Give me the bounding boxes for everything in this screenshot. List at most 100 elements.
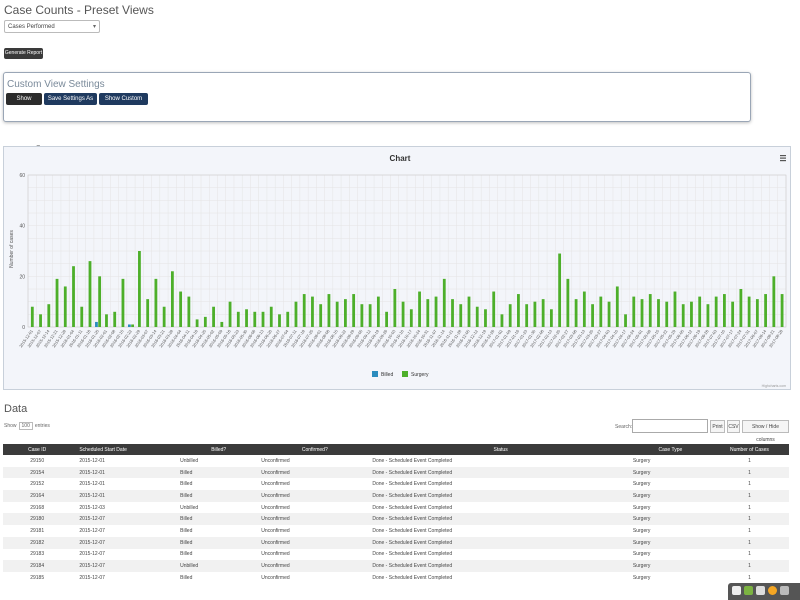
bar-surgery[interactable] — [228, 301, 232, 327]
col-case-type[interactable]: Case Type — [630, 444, 710, 455]
bar-surgery[interactable] — [368, 304, 372, 327]
bar-surgery[interactable] — [261, 311, 265, 327]
bar-surgery[interactable] — [451, 299, 454, 327]
bar-surgery[interactable] — [88, 261, 92, 327]
bar-surgery[interactable] — [393, 289, 397, 327]
col-status[interactable]: Status — [370, 444, 631, 455]
bar-surgery[interactable] — [195, 319, 199, 327]
search-input[interactable] — [632, 419, 708, 433]
bar-surgery[interactable] — [632, 296, 636, 327]
show-hide-columns-button[interactable]: Show / Hide columns — [742, 420, 789, 443]
bar-surgery[interactable] — [541, 299, 545, 327]
bar-surgery[interactable] — [558, 253, 562, 327]
save-settings-as-view-button[interactable]: Save Settings As View — [44, 93, 97, 114]
bar-surgery[interactable] — [409, 309, 413, 327]
bar-surgery[interactable] — [335, 301, 339, 327]
bar-surgery[interactable] — [657, 299, 660, 327]
bar-surgery[interactable] — [80, 306, 84, 327]
bar-surgery[interactable] — [755, 299, 759, 327]
chart-menu-icon[interactable] — [780, 155, 786, 162]
bar-surgery[interactable] — [113, 311, 117, 327]
calendar-icon[interactable] — [756, 586, 765, 595]
bar-surgery[interactable] — [475, 306, 479, 327]
table-row[interactable]: 29154 2015-12-01 Billed Unconfirmed Done - S… — [3, 466, 789, 479]
bar-surgery[interactable] — [582, 291, 586, 327]
bar-surgery[interactable] — [385, 311, 389, 327]
bar-surgery[interactable] — [574, 299, 578, 327]
legend-label-surgery[interactable]: Surgery — [411, 372, 429, 378]
bar-surgery[interactable] — [121, 278, 125, 327]
bar-surgery[interactable] — [376, 296, 380, 327]
bar-surgery[interactable] — [500, 314, 504, 327]
bar-surgery[interactable] — [327, 294, 331, 327]
table-row[interactable]: 29185 2015-12-07 Billed Unconfirmed Done - S… — [3, 572, 789, 584]
bar-billed[interactable] — [127, 324, 131, 327]
bar-surgery[interactable] — [426, 299, 430, 327]
bar-surgery[interactable] — [39, 314, 42, 327]
bar-surgery[interactable] — [467, 296, 471, 327]
alert-icon[interactable] — [768, 586, 777, 595]
show-custom-views-button[interactable]: Show Custom Views — [99, 93, 148, 114]
bar-surgery[interactable] — [131, 324, 134, 327]
col-billed[interactable]: Billed? — [178, 444, 260, 455]
bar-surgery[interactable] — [764, 294, 768, 327]
bar-surgery[interactable] — [517, 294, 520, 327]
show-settings-button[interactable]: Show Settings — [6, 93, 42, 114]
bar-surgery[interactable] — [418, 291, 421, 327]
bar-surgery[interactable] — [98, 276, 102, 327]
bar-surgery[interactable] — [484, 309, 487, 327]
table-row[interactable]: 29183 2015-12-07 Billed Unconfirmed Done - S… — [3, 549, 789, 561]
table-row[interactable]: 29152 2015-12-01 Billed Unconfirmed Done - S… — [3, 478, 789, 490]
table-row[interactable]: 29180 2015-12-07 Billed Unconfirmed Done - S… — [3, 513, 789, 526]
bar-surgery[interactable] — [72, 266, 75, 327]
bar-surgery[interactable] — [319, 304, 323, 327]
bar-surgery[interactable] — [212, 306, 215, 327]
bar-surgery[interactable] — [690, 301, 693, 327]
bar-surgery[interactable] — [236, 311, 240, 327]
bar-surgery[interactable] — [302, 294, 306, 327]
table-row[interactable]: 29181 2015-12-07 Billed Unconfirmed Done - S… — [3, 525, 789, 537]
col-case-id[interactable]: Case ID — [3, 444, 72, 455]
legend-swatch-surgery[interactable] — [402, 371, 408, 377]
table-row[interactable]: 29184 2015-12-07 Unbilled Unconfirmed Done -… — [3, 560, 789, 572]
bar-surgery[interactable] — [286, 311, 290, 327]
bar-billed[interactable] — [95, 321, 98, 327]
legend-swatch-billed[interactable] — [372, 371, 378, 377]
notification-icon[interactable] — [744, 586, 753, 595]
print-button[interactable]: Print — [710, 420, 725, 433]
bar-surgery[interactable] — [747, 296, 751, 327]
bar-surgery[interactable] — [640, 299, 644, 327]
bar-surgery[interactable] — [154, 278, 158, 327]
bar-surgery[interactable] — [138, 251, 141, 327]
col-scheduled-start-date[interactable]: Scheduled Start Date — [71, 444, 179, 455]
bar-surgery[interactable] — [681, 304, 685, 327]
bar-surgery[interactable] — [492, 291, 496, 327]
col-number-of-cases[interactable]: Number of Cases — [709, 444, 789, 455]
bar-surgery[interactable] — [434, 296, 438, 327]
col-confirmed[interactable]: Confirmed? — [259, 444, 371, 455]
bar-surgery[interactable] — [401, 301, 405, 327]
table-row[interactable]: 29168 2015-12-03 Unbilled Unconfirmed Done -… — [3, 502, 789, 514]
bar-surgery[interactable] — [360, 304, 364, 327]
bar-surgery[interactable] — [706, 304, 710, 327]
bar-surgery[interactable] — [179, 291, 183, 327]
bar-surgery[interactable] — [723, 294, 726, 327]
preset-view-select[interactable]: Cases Performed ▾ — [4, 20, 100, 33]
bar-surgery[interactable] — [525, 304, 529, 327]
bar-surgery[interactable] — [105, 314, 108, 327]
bar-surgery[interactable] — [170, 271, 174, 327]
bar-surgery[interactable] — [47, 304, 51, 327]
bar-surgery[interactable] — [566, 278, 570, 327]
bar-surgery[interactable] — [665, 301, 669, 327]
generate-report-button[interactable]: Generate Report — [4, 48, 43, 59]
table-row[interactable]: 29182 2015-12-07 Billed Unconfirmed Done - S… — [3, 536, 789, 549]
bar-surgery[interactable] — [731, 301, 735, 327]
bar-surgery[interactable] — [220, 321, 224, 327]
bar-surgery[interactable] — [607, 301, 611, 327]
bar-surgery[interactable] — [294, 301, 298, 327]
bar-surgery[interactable] — [344, 299, 347, 327]
bar-surgery[interactable] — [311, 296, 314, 327]
bar-surgery[interactable] — [203, 316, 207, 327]
bar-surgery[interactable] — [615, 286, 619, 327]
bar-surgery[interactable] — [187, 296, 191, 327]
